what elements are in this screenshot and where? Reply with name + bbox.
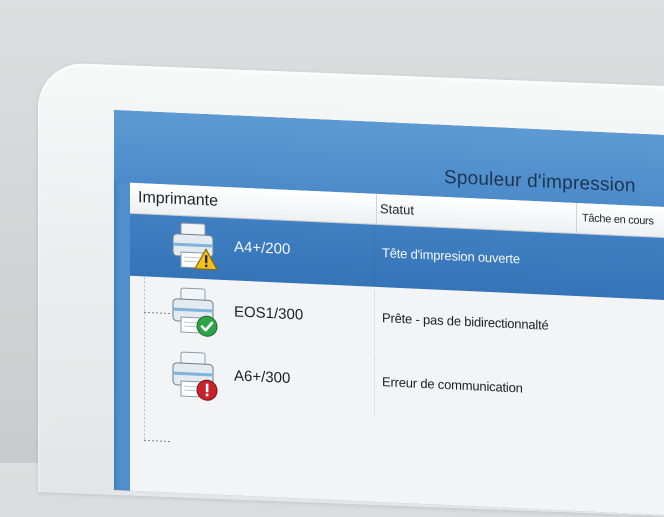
printer-status: Tête d'impresion ouverte	[382, 245, 520, 267]
printer-status: Erreur de communication	[382, 374, 523, 396]
printer-name: EOS1/300	[234, 303, 304, 324]
printer-icon	[170, 286, 218, 340]
error-icon	[196, 379, 218, 401]
warning-icon	[194, 248, 218, 271]
printer-icon	[170, 350, 218, 404]
window-title: Spouleur d'impression	[444, 166, 636, 197]
printer-icon	[170, 221, 218, 275]
printer-status: Prête - pas de bidirectionnalté	[382, 310, 549, 333]
print-spooler-window: Spouleur d'impression Imprimante Statut …	[114, 110, 664, 517]
column-divider	[374, 353, 375, 416]
column-divider	[374, 224, 375, 287]
printer-list: Imprimante Statut Tâche en cours A4+/200…	[130, 182, 664, 517]
printer-name: A4+/200	[234, 238, 291, 259]
column-divider	[374, 289, 375, 352]
printer-name: A6+/300	[234, 367, 291, 388]
check-icon	[196, 315, 218, 337]
